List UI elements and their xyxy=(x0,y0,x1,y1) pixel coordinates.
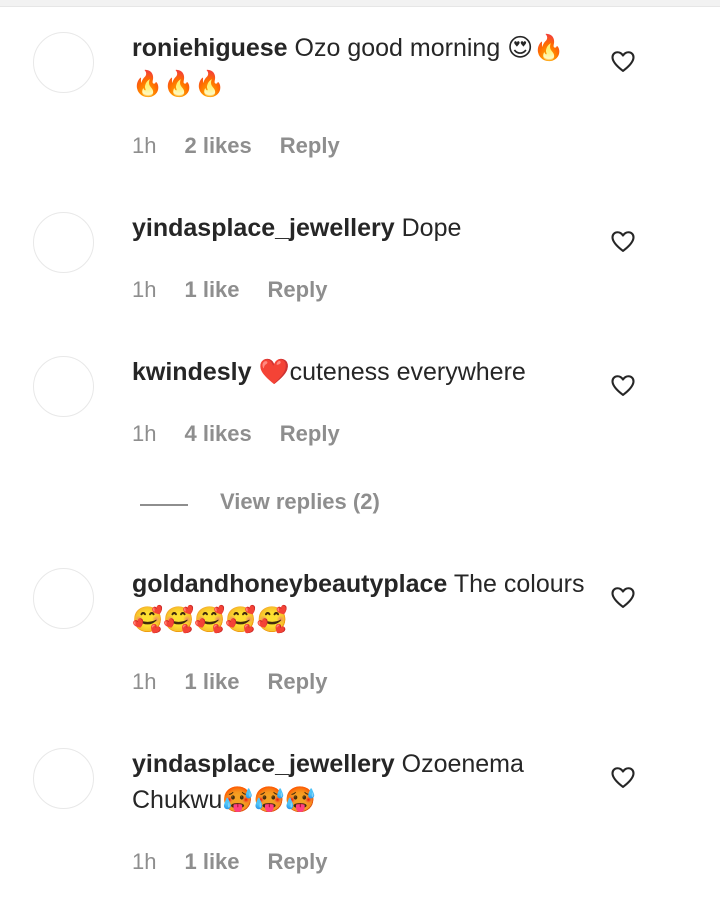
comment-body: kwindesly ❤️cuteness everywhere xyxy=(132,354,592,390)
comment-time: 1h xyxy=(132,421,157,446)
comment-meta: 1h 1 like Reply xyxy=(132,849,355,875)
reply-button[interactable]: Reply xyxy=(268,277,328,302)
reply-button[interactable]: Reply xyxy=(268,669,328,694)
comment-meta: 1h 1 like Reply xyxy=(132,277,355,303)
view-replies-divider xyxy=(140,504,188,506)
comment-body: roniehiguese Ozo good morning 😍🔥🔥🔥🔥 xyxy=(132,30,592,102)
top-divider xyxy=(0,0,720,7)
comment-time: 1h xyxy=(132,277,157,302)
comment-body: goldandhoneybeautyplace The colours🥰🥰🥰🥰🥰 xyxy=(132,566,592,638)
comment-likes[interactable]: 1 like xyxy=(184,849,239,874)
comment-body: yindasplace_jewellery Dope xyxy=(132,210,592,246)
comment-username[interactable]: goldandhoneybeautyplace xyxy=(132,570,447,598)
heart-outline-icon[interactable] xyxy=(609,583,637,611)
reply-button[interactable]: Reply xyxy=(268,849,328,874)
comment-time: 1h xyxy=(132,849,157,874)
comment-time: 1h xyxy=(132,669,157,694)
comment-text: ❤️cuteness everywhere xyxy=(258,358,526,386)
comment-meta: 1h 4 likes Reply xyxy=(132,421,368,447)
comment-text: Dope xyxy=(401,214,462,242)
avatar[interactable] xyxy=(33,568,94,629)
heart-outline-icon[interactable] xyxy=(609,227,637,255)
reply-button[interactable]: Reply xyxy=(280,421,340,446)
comment-body: yindasplace_jewellery Ozoenema Chukwu🥵🥵🥵 xyxy=(132,746,592,818)
comment-likes[interactable]: 1 like xyxy=(184,669,239,694)
avatar[interactable] xyxy=(33,748,94,809)
comment-username[interactable]: yindasplace_jewellery xyxy=(132,214,395,242)
comment-username[interactable]: roniehiguese xyxy=(132,34,288,62)
comment-username[interactable]: yindasplace_jewellery xyxy=(132,750,395,778)
comment-likes[interactable]: 1 like xyxy=(184,277,239,302)
comment-time: 1h xyxy=(132,133,157,158)
avatar[interactable] xyxy=(33,356,94,417)
heart-outline-icon[interactable] xyxy=(609,47,637,75)
heart-outline-icon[interactable] xyxy=(609,763,637,791)
heart-outline-icon[interactable] xyxy=(609,371,637,399)
view-replies-label[interactable]: View replies (2) xyxy=(220,489,380,515)
comment-likes[interactable]: 2 likes xyxy=(184,133,251,158)
avatar[interactable] xyxy=(33,212,94,273)
comment-username[interactable]: kwindesly xyxy=(132,358,252,386)
comment-meta: 1h 2 likes Reply xyxy=(132,133,368,159)
comment-meta: 1h 1 like Reply xyxy=(132,669,355,695)
avatar[interactable] xyxy=(33,32,94,93)
comment-likes[interactable]: 4 likes xyxy=(184,421,251,446)
reply-button[interactable]: Reply xyxy=(280,133,340,158)
